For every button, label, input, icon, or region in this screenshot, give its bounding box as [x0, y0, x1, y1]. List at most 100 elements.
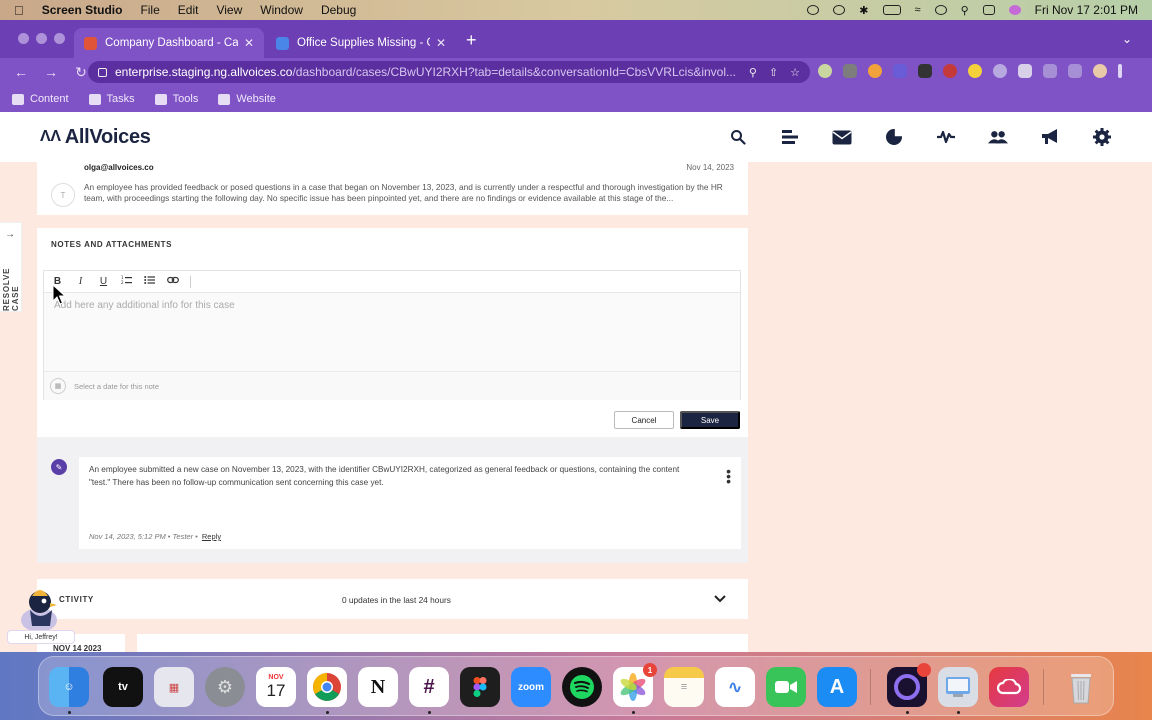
megaphone-icon[interactable]: [1040, 127, 1060, 147]
creative-cloud-icon[interactable]: [989, 667, 1029, 707]
allvoices-logo[interactable]: ΛΛ AllVoices: [40, 126, 151, 149]
chevron-down-icon[interactable]: [714, 591, 726, 606]
zoom-icon[interactable]: zoom: [511, 667, 551, 707]
cancel-button[interactable]: Cancel: [614, 411, 674, 429]
note-date-field[interactable]: ▦ Select a date for this note: [44, 371, 740, 400]
wifi-icon[interactable]: ≈: [915, 4, 921, 16]
extension-icon[interactable]: [818, 64, 832, 78]
italic-button[interactable]: I: [75, 276, 86, 287]
mascot-greeting[interactable]: Hi, Jeffrey!: [7, 630, 75, 644]
notes-icon[interactable]: ≡: [664, 667, 704, 707]
calendar-icon[interactable]: NOV 17: [256, 667, 296, 707]
bluetooth-icon[interactable]: ✱: [859, 4, 868, 17]
battery-icon[interactable]: [882, 5, 901, 15]
close-tab-icon[interactable]: ✕: [436, 36, 446, 50]
photos-icon[interactable]: 1: [613, 663, 657, 707]
mascot-bird-icon[interactable]: [14, 582, 64, 634]
screen-studio-icon[interactable]: [887, 663, 931, 707]
link-icon[interactable]: [167, 276, 179, 287]
underline-button[interactable]: U: [98, 276, 109, 287]
preview-icon[interactable]: [938, 667, 978, 707]
figma-icon[interactable]: [460, 667, 500, 707]
bookmark-content[interactable]: Content: [12, 93, 69, 105]
analytics-pie-icon[interactable]: [884, 127, 904, 147]
more-options-icon[interactable]: • • •: [726, 464, 731, 488]
cases-list-icon[interactable]: [780, 127, 800, 147]
launchpad-icon[interactable]: ▦: [154, 667, 194, 707]
menu-app-name[interactable]: Screen Studio: [42, 3, 123, 17]
activity-card[interactable]: CTIVITY 0 updates in the last 24 hours: [37, 579, 748, 619]
puzzle-extensions-icon[interactable]: [1043, 64, 1057, 78]
extension-icon[interactable]: [993, 64, 1007, 78]
spotlight-icon[interactable]: ⚲: [961, 4, 969, 17]
menu-window[interactable]: Window: [260, 3, 303, 17]
apple-tv-icon[interactable]: tv: [103, 667, 143, 707]
zoom-window-icon[interactable]: [54, 33, 65, 44]
user-icon[interactable]: [934, 5, 947, 15]
bookmark-tools[interactable]: Tools: [154, 93, 198, 105]
menu-file[interactable]: File: [140, 3, 159, 17]
mail-icon[interactable]: [832, 127, 852, 147]
calendar-day: 17: [266, 680, 286, 700]
side-panel-icon[interactable]: [1068, 64, 1082, 78]
app-store-icon[interactable]: A: [817, 667, 857, 707]
tab-office-supplies[interactable]: Office Supplies Missing - Goo ✕: [266, 28, 456, 58]
save-button[interactable]: Save: [680, 411, 740, 429]
trash-icon[interactable]: [1061, 667, 1101, 707]
extension-icon[interactable]: [968, 64, 982, 78]
extension-icon[interactable]: [843, 64, 857, 78]
search-icon[interactable]: [728, 127, 748, 147]
menu-view[interactable]: View: [216, 3, 242, 17]
extension-icon[interactable]: [1018, 64, 1032, 78]
facetime-icon[interactable]: [766, 667, 806, 707]
tab-search-chevron-icon[interactable]: ⌄: [1122, 32, 1132, 46]
users-icon[interactable]: [988, 127, 1008, 147]
address-bar[interactable]: enterprise.staging.ng.allvoices.co/dashb…: [88, 61, 810, 83]
zoom-page-icon[interactable]: ⚲: [749, 66, 757, 79]
screen-studio-icon[interactable]: [833, 5, 846, 15]
bullet-list-icon[interactable]: [144, 275, 155, 288]
close-tab-icon[interactable]: ✕: [244, 36, 254, 50]
forward-icon[interactable]: →: [42, 64, 60, 80]
ordered-list-icon[interactable]: 12: [121, 275, 132, 288]
lock-icon[interactable]: [98, 67, 107, 77]
minimize-window-icon[interactable]: [36, 33, 47, 44]
settings-gear-icon[interactable]: [1092, 127, 1112, 147]
resolve-case-side-tab[interactable]: → RESOLVE CASE: [0, 222, 22, 312]
apple-menu-icon[interactable]: : [14, 3, 24, 18]
new-tab-icon[interactable]: +: [466, 30, 477, 51]
pulse-activity-icon[interactable]: [936, 127, 956, 147]
close-window-icon[interactable]: [18, 33, 29, 44]
extension-icon[interactable]: [943, 64, 957, 78]
url-path: /dashboard/cases/CBwUYI2RXH?tab=details&…: [292, 65, 736, 79]
extension-icon[interactable]: [868, 64, 882, 78]
extension-icon[interactable]: [893, 64, 907, 78]
notion-icon[interactable]: N: [358, 667, 398, 707]
profile-avatar-icon[interactable]: [1093, 64, 1107, 78]
note-editor[interactable]: B I U 12 Add here any additional info fo…: [43, 270, 741, 400]
date-placeholder: Select a date for this note: [74, 381, 160, 391]
calendar-icon[interactable]: ▦: [50, 378, 66, 394]
record-icon[interactable]: [807, 5, 820, 15]
avatar: T: [51, 183, 75, 207]
menu-edit[interactable]: Edit: [178, 3, 199, 17]
menu-clock[interactable]: Fri Nov 17 2:01 PM: [1035, 3, 1138, 17]
slack-icon[interactable]: #: [409, 667, 449, 707]
chrome-icon[interactable]: [307, 667, 347, 707]
spotify-icon[interactable]: [562, 667, 602, 707]
bookmark-website[interactable]: Website: [218, 93, 276, 105]
control-center-icon[interactable]: [982, 5, 995, 15]
finder-icon[interactable]: ☺: [49, 667, 89, 707]
tab-company-dashboard[interactable]: Company Dashboard - Case - ✕: [74, 28, 264, 58]
menu-debug[interactable]: Debug: [321, 3, 356, 17]
bookmark-star-icon[interactable]: ☆: [790, 66, 800, 79]
reply-link[interactable]: Reply: [202, 532, 221, 541]
share-icon[interactable]: ⇧: [769, 66, 778, 79]
freeform-icon[interactable]: ∿: [715, 667, 755, 707]
system-settings-icon[interactable]: ⚙: [205, 667, 245, 707]
back-icon[interactable]: ←: [12, 64, 30, 80]
extension-icon[interactable]: [918, 64, 932, 78]
siri-icon[interactable]: [1008, 5, 1021, 15]
browser-menu-icon[interactable]: [1118, 64, 1122, 78]
bookmark-tasks[interactable]: Tasks: [88, 93, 135, 105]
